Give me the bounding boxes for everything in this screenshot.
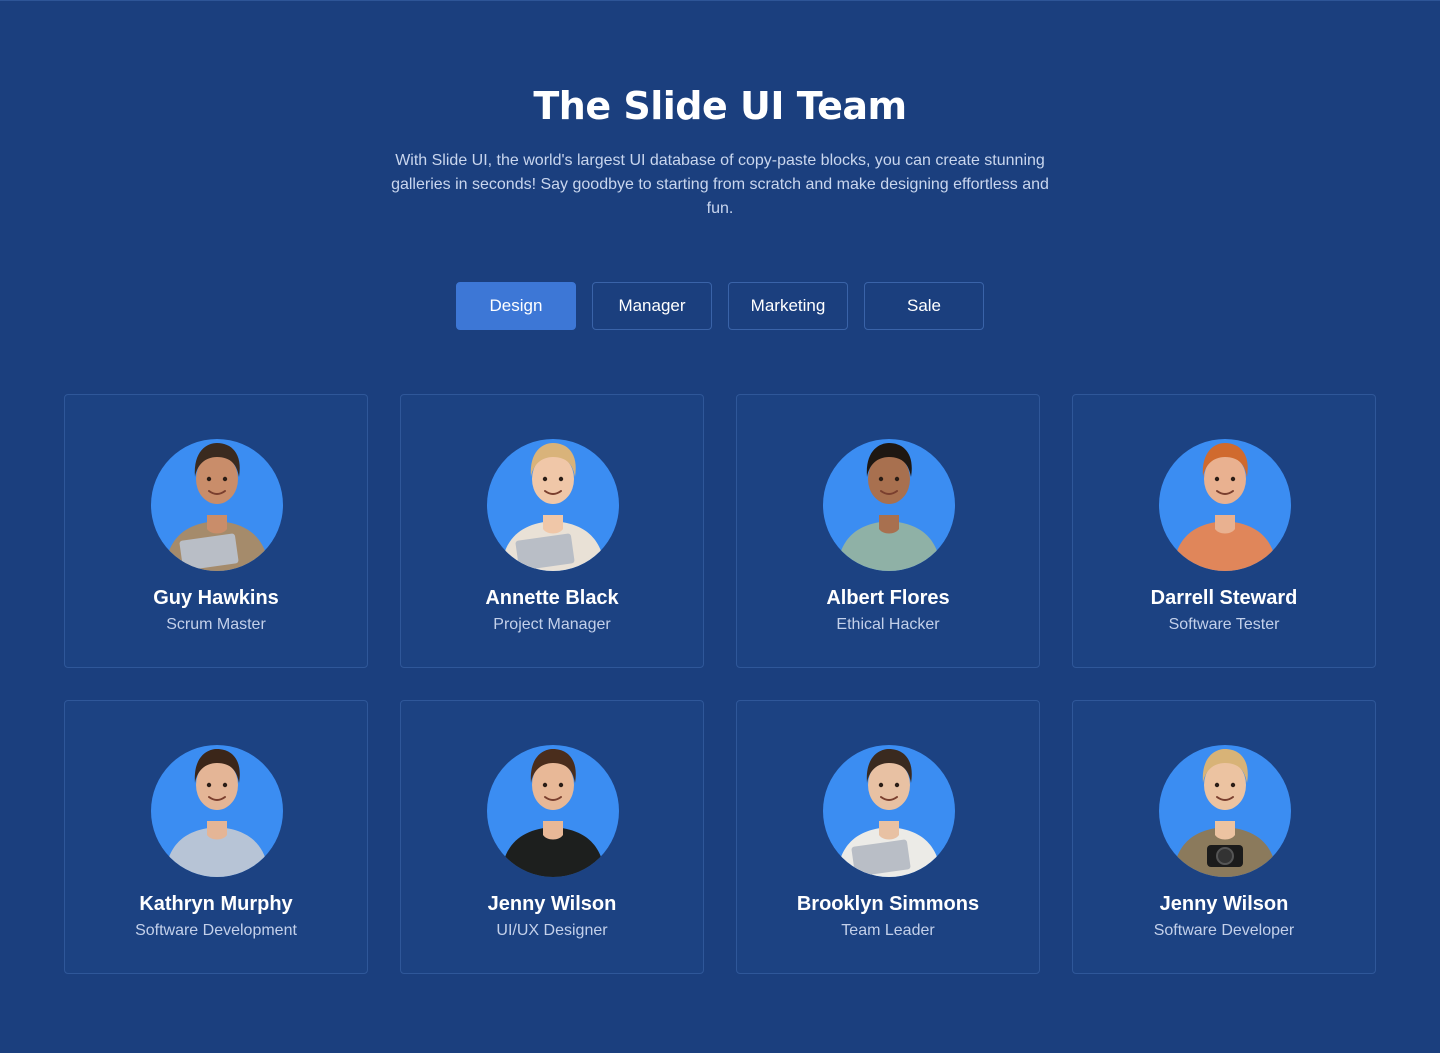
category-tabs: Design Manager Marketing Sale (456, 282, 984, 330)
team-grid: Guy Hawkins Scrum Master Annette Black P… (64, 394, 1376, 974)
person-portrait-icon (165, 749, 269, 877)
tab-marketing[interactable]: Marketing (728, 282, 848, 330)
team-member-card[interactable]: Jenny Wilson Software Developer (1072, 700, 1376, 974)
page-subtitle: With Slide UI, the world's largest UI da… (391, 152, 1049, 217)
person-portrait-icon (1173, 443, 1277, 571)
team-member-card[interactable]: Guy Hawkins Scrum Master (64, 394, 368, 668)
team-member-card[interactable]: Albert Flores Ethical Hacker (736, 394, 1040, 668)
team-member-card[interactable]: Brooklyn Simmons Team Leader (736, 700, 1040, 974)
member-role: Software Tester (1168, 616, 1280, 633)
member-name: Annette Black (485, 587, 619, 609)
tab-manager[interactable]: Manager (592, 282, 712, 330)
person-portrait-icon (501, 749, 605, 877)
member-role: Scrum Master (166, 616, 266, 633)
avatar (151, 731, 283, 877)
team-member-card[interactable]: Jenny Wilson UI/UX Designer (400, 700, 704, 974)
tab-design[interactable]: Design (456, 282, 576, 330)
avatar (1159, 425, 1291, 571)
person-portrait-icon (837, 443, 941, 571)
team-member-card[interactable]: Kathryn Murphy Software Development (64, 700, 368, 974)
member-role: Project Manager (493, 616, 611, 633)
team-member-card[interactable]: Annette Black Project Manager (400, 394, 704, 668)
member-name: Darrell Steward (1150, 587, 1298, 609)
member-name: Jenny Wilson (1159, 893, 1289, 915)
page-title: The Slide UI Team (533, 84, 907, 128)
tab-sale[interactable]: Sale (864, 282, 984, 330)
avatar (487, 731, 619, 877)
member-name: Jenny Wilson (487, 893, 617, 915)
person-portrait-icon (1173, 749, 1277, 877)
person-portrait-icon (165, 443, 269, 571)
avatar (823, 425, 955, 571)
team-page: The Slide UI Team With Slide UI, the wor… (0, 0, 1440, 1053)
avatar (487, 425, 619, 571)
member-name: Guy Hawkins (153, 587, 279, 609)
team-member-card[interactable]: Darrell Steward Software Tester (1072, 394, 1376, 668)
page-header: The Slide UI Team With Slide UI, the wor… (0, 83, 1440, 221)
person-portrait-icon (837, 749, 941, 877)
member-name: Kathryn Murphy (139, 893, 293, 915)
member-name: Brooklyn Simmons (796, 893, 980, 915)
avatar (151, 425, 283, 571)
avatar (823, 731, 955, 877)
member-name: Albert Flores (826, 587, 950, 609)
member-role: Team Leader (841, 922, 935, 939)
member-role: UI/UX Designer (496, 922, 608, 939)
avatar (1159, 731, 1291, 877)
member-role: Ethical Hacker (836, 616, 940, 633)
person-portrait-icon (501, 443, 605, 571)
member-role: Software Developer (1153, 922, 1295, 939)
member-role: Software Development (135, 922, 297, 939)
